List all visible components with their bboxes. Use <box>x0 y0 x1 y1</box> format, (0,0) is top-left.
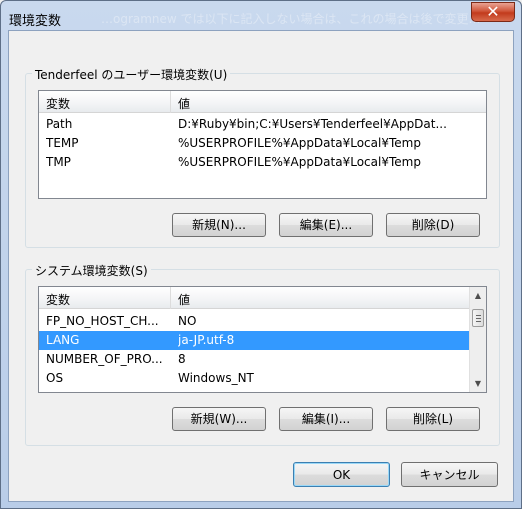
variable-name: Path <box>46 117 73 131</box>
grip-line <box>476 318 481 319</box>
list-item[interactable]: FP_NO_HOST_CH... NO <box>39 312 470 331</box>
vertical-scrollbar[interactable]: ▲ ▼ <box>469 287 486 392</box>
column-header-value[interactable]: 値 <box>178 95 190 112</box>
column-header-value[interactable]: 値 <box>178 291 190 308</box>
list-header: 変数 値 <box>39 91 486 113</box>
background-window-text: …ogramnew では以下に記入しない場合は、これの場合は後で変更… <box>101 12 481 26</box>
dialog-client-area: Tenderfeel のユーザー環境変数(U) 変数 値 Path D:¥Rub… <box>8 30 514 502</box>
window-title: 環境変数 <box>9 14 62 29</box>
system-new-button[interactable]: 新規(W)... <box>172 407 266 431</box>
variable-value: %USERPROFILE%¥AppData¥Local¥Temp <box>178 155 421 169</box>
system-variables-group-label: システム環境変数(S) <box>32 262 151 279</box>
cancel-button[interactable]: キャンセル <box>401 462 498 487</box>
close-button[interactable]: ✕ <box>471 2 515 22</box>
variable-name: NUMBER_OF_PRO... <box>46 352 163 366</box>
list-item-selected[interactable]: LANG ja-JP.utf-8 <box>39 331 470 350</box>
variable-value: D:¥Ruby¥bin;C:¥Users¥Tenderfeel¥AppDat..… <box>178 117 447 131</box>
list-item[interactable]: Path D:¥Ruby¥bin;C:¥Users¥Tenderfeel¥App… <box>39 115 486 134</box>
scroll-up-arrow-icon[interactable]: ▲ <box>470 287 486 304</box>
close-icon: ✕ <box>486 2 500 21</box>
user-delete-button[interactable]: 削除(D) <box>386 213 480 237</box>
grip-line <box>476 315 481 316</box>
list-item[interactable]: NUMBER_OF_PRO... 8 <box>39 350 470 369</box>
variable-name: TEMP <box>46 136 79 150</box>
user-new-button[interactable]: 新規(N)... <box>172 213 266 237</box>
system-variables-list[interactable]: 変数 値 FP_NO_HOST_CH... NO LANG ja-JP.utf-… <box>38 286 487 393</box>
variable-name: LANG <box>46 333 80 347</box>
scroll-down-arrow-icon[interactable]: ▼ <box>470 375 486 392</box>
user-variables-group: Tenderfeel のユーザー環境変数(U) 変数 値 Path D:¥Rub… <box>25 66 500 248</box>
user-edit-button[interactable]: 編集(E)... <box>279 213 373 237</box>
list-header: 変数 値 <box>39 287 470 309</box>
grip-line <box>476 321 481 322</box>
variable-value: %USERPROFILE%¥AppData¥Local¥Temp <box>178 136 421 150</box>
title-bar[interactable]: 環境変数 …ogramnew では以下に記入しない場合は、これの場合は後で変更…… <box>1 1 521 31</box>
variable-value: NO <box>178 314 197 328</box>
system-edit-button[interactable]: 編集(I)... <box>279 407 373 431</box>
list-item[interactable]: TEMP %USERPROFILE%¥AppData¥Local¥Temp <box>39 134 486 153</box>
variable-value: ja-JP.utf-8 <box>178 333 235 347</box>
column-divider[interactable] <box>170 91 171 113</box>
variable-name: FP_NO_HOST_CH... <box>46 314 159 328</box>
variable-value: 8 <box>178 352 186 366</box>
variable-value: Windows_NT <box>178 371 254 385</box>
system-delete-button[interactable]: 削除(L) <box>386 407 480 431</box>
user-variables-group-label: Tenderfeel のユーザー環境変数(U) <box>32 66 231 83</box>
system-variables-group: システム環境変数(S) 変数 値 FP_NO_HOST_CH... NO LAN… <box>25 262 500 446</box>
column-header-variable[interactable]: 変数 <box>46 95 70 112</box>
user-variables-list[interactable]: 変数 値 Path D:¥Ruby¥bin;C:¥Users¥Tenderfee… <box>38 90 487 199</box>
variable-name: OS <box>46 371 64 385</box>
column-divider[interactable] <box>170 287 171 309</box>
list-item[interactable]: TMP %USERPROFILE%¥AppData¥Local¥Temp <box>39 153 486 172</box>
ok-button[interactable]: OK <box>293 462 390 487</box>
column-header-variable[interactable]: 変数 <box>46 291 70 308</box>
environment-variables-window: 環境変数 …ogramnew では以下に記入しない場合は、これの場合は後で変更…… <box>0 0 522 509</box>
variable-name: TMP <box>46 155 71 169</box>
scrollbar-thumb[interactable] <box>472 309 484 327</box>
list-item[interactable]: OS Windows_NT <box>39 369 470 388</box>
